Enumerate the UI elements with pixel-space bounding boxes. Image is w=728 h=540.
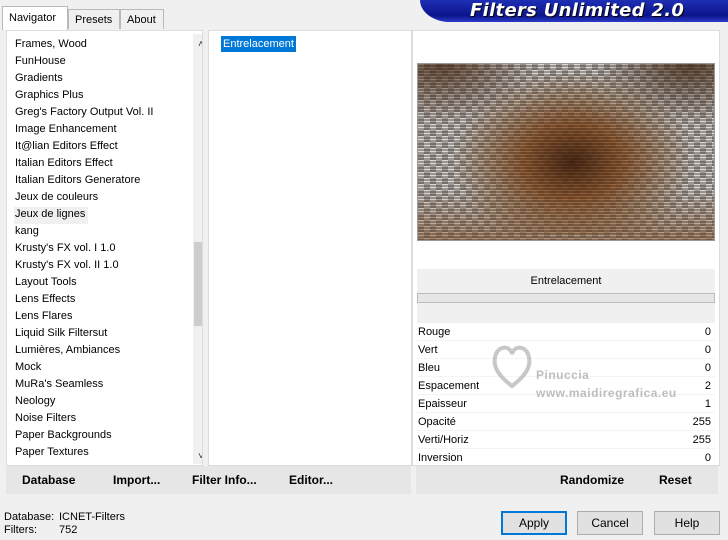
- parameter-name: Bleu: [418, 362, 441, 374]
- editor-button[interactable]: Editor...: [289, 466, 333, 494]
- preview-image: [417, 63, 715, 241]
- parameter-value[interactable]: 0: [705, 341, 711, 359]
- parameter-name: Opacité: [418, 416, 456, 428]
- preview-scanlines: [418, 64, 714, 240]
- filter-category-item[interactable]: Gradients: [14, 71, 154, 88]
- filter-category-item[interactable]: Italian Editors Generatore: [14, 173, 154, 190]
- tab-presets[interactable]: Presets: [68, 9, 120, 29]
- import-button-label: Import...: [113, 473, 161, 487]
- status-database-label: Database:: [4, 511, 55, 523]
- filter-category-item[interactable]: Krusty's FX vol. II 1.0: [14, 258, 154, 275]
- status-filters-label: Filters:: [4, 524, 37, 536]
- parameter-value[interactable]: 1: [705, 395, 711, 413]
- cancel-button-label: Cancel: [591, 516, 629, 530]
- scrollbar-thumb[interactable]: [194, 242, 202, 326]
- filter-category-item[interactable]: Jeux de lignes: [14, 207, 89, 224]
- parameter-row[interactable]: Bleu 0: [417, 359, 715, 377]
- filter-category-item[interactable]: Liquid Silk Filtersut: [14, 326, 154, 343]
- parameter-row[interactable]: Vert 0: [417, 341, 715, 359]
- parameter-name: Epaisseur: [418, 398, 467, 410]
- left-link-bar: Database Import... Filter Info... Editor…: [6, 466, 411, 494]
- tab-navigator[interactable]: Navigator: [2, 6, 68, 30]
- filter-category-item[interactable]: FunHouse: [14, 54, 154, 71]
- filter-category-item[interactable]: Greg's Factory Output Vol. II: [14, 105, 154, 122]
- cancel-button[interactable]: Cancel: [577, 511, 643, 535]
- status-database-value: ICNET-Filters: [59, 511, 125, 523]
- filter-info-button-label: Filter Info...: [192, 473, 257, 487]
- filter-category-item[interactable]: MuRa's Seamless: [14, 377, 154, 394]
- parameter-row[interactable]: Espacement 2: [417, 377, 715, 395]
- randomize-button[interactable]: Randomize: [560, 466, 624, 494]
- filter-category-item[interactable]: Krusty's FX vol. I 1.0: [14, 241, 154, 258]
- parameter-value[interactable]: 0: [705, 359, 711, 377]
- parameter-row[interactable]: Inversion 0: [417, 449, 715, 467]
- database-button-label: Database: [22, 473, 76, 487]
- tab-label: Presets: [75, 14, 113, 26]
- tab-label: About: [127, 14, 156, 26]
- randomize-button-label: Randomize: [560, 473, 625, 487]
- filter-category-list[interactable]: Frames, Wood FunHouse Gradients Graphics Pl…: [6, 30, 203, 466]
- reset-button-label: Reset: [659, 473, 692, 487]
- status-database: Database: ICNET-Filters: [4, 510, 125, 524]
- status-filters: Filters: 752: [4, 523, 77, 537]
- parameter-value[interactable]: 0: [705, 449, 711, 467]
- filter-list-scrollbar[interactable]: ˄ ˅: [193, 34, 202, 464]
- status-filters-value: 752: [59, 524, 78, 536]
- chevron-up-icon[interactable]: ˄: [193, 38, 202, 52]
- filter-category-item[interactable]: Mock: [14, 360, 154, 377]
- parameter-row[interactable]: Verti/Horiz 255: [417, 431, 715, 449]
- filter-category-item[interactable]: Neology: [14, 394, 154, 411]
- parameter-name: Espacement: [418, 380, 480, 392]
- tab-label: Navigator: [9, 12, 57, 24]
- filter-category-item[interactable]: Noise Filters: [14, 411, 154, 428]
- effect-item-selected[interactable]: Entrelacement: [221, 36, 296, 52]
- filter-category-item[interactable]: Frames, Wood: [14, 37, 154, 54]
- parameter-value[interactable]: 2: [705, 377, 711, 395]
- right-link-bar: Randomize Reset: [416, 466, 718, 494]
- filter-category-item[interactable]: Lumières, Ambiances: [14, 343, 154, 360]
- filter-category-item[interactable]: It@lian Editors Effect: [14, 139, 154, 156]
- editor-button-label: Editor...: [289, 473, 334, 487]
- parameter-list: Rouge 0 Vert 0 Bleu 0 Espacement 2 Epaisseur 1 Opa…: [417, 323, 715, 467]
- parameter-value[interactable]: 0: [705, 323, 711, 341]
- filter-category-item[interactable]: kang: [14, 224, 154, 241]
- parameter-row[interactable]: Opacité 255: [417, 413, 715, 431]
- tab-about[interactable]: About: [120, 9, 164, 29]
- filter-category-item[interactable]: Lens Flares: [14, 309, 154, 326]
- effect-list[interactable]: Entrelacement: [208, 30, 412, 466]
- parameter-name: Verti/Horiz: [418, 434, 469, 446]
- filter-category-item[interactable]: Jeux de couleurs: [14, 190, 154, 207]
- help-button-label: Help: [674, 516, 700, 530]
- filter-category-item[interactable]: Image Enhancement: [14, 122, 154, 139]
- brand-banner: Filters Unlimited 2.0: [420, 0, 728, 22]
- parameter-name: Inversion: [418, 452, 463, 464]
- apply-button[interactable]: Apply: [501, 511, 567, 535]
- parameter-name: Rouge: [418, 326, 451, 338]
- progress-bar: [417, 293, 715, 303]
- help-button[interactable]: Help: [654, 511, 720, 535]
- chevron-down-icon[interactable]: ˅: [193, 450, 202, 464]
- filter-category-item[interactable]: Paper Backgrounds: [14, 428, 154, 445]
- filter-category-item[interactable]: Paper Textures: [14, 445, 154, 462]
- apply-button-label: Apply: [518, 516, 550, 530]
- database-button[interactable]: Database: [22, 466, 75, 494]
- parameter-row[interactable]: Epaisseur 1: [417, 395, 715, 413]
- filter-category-item[interactable]: Graphics Plus: [14, 88, 154, 105]
- effect-name-label: Entrelacement: [417, 269, 715, 293]
- import-button[interactable]: Import...: [113, 466, 160, 494]
- filter-category-item[interactable]: Layout Tools: [14, 275, 154, 292]
- parameter-row[interactable]: Rouge 0: [417, 323, 715, 341]
- preview-panel: Entrelacement Rouge 0 Vert 0 Bleu 0 Espacement…: [412, 30, 720, 467]
- filter-category-items: Frames, Wood FunHouse Gradients Graphics Pl…: [14, 37, 154, 462]
- parameter-value[interactable]: 255: [693, 431, 711, 449]
- reset-button[interactable]: Reset: [659, 466, 692, 494]
- filter-category-item[interactable]: Italian Editors Effect: [14, 156, 154, 173]
- filter-category-item[interactable]: Lens Effects: [14, 292, 154, 309]
- param-header-spacer: [417, 303, 715, 323]
- filter-info-button[interactable]: Filter Info...: [192, 466, 257, 494]
- parameter-value[interactable]: 255: [693, 413, 711, 431]
- brand-title: Filters Unlimited 2.0: [470, 0, 685, 21]
- parameter-name: Vert: [418, 344, 438, 356]
